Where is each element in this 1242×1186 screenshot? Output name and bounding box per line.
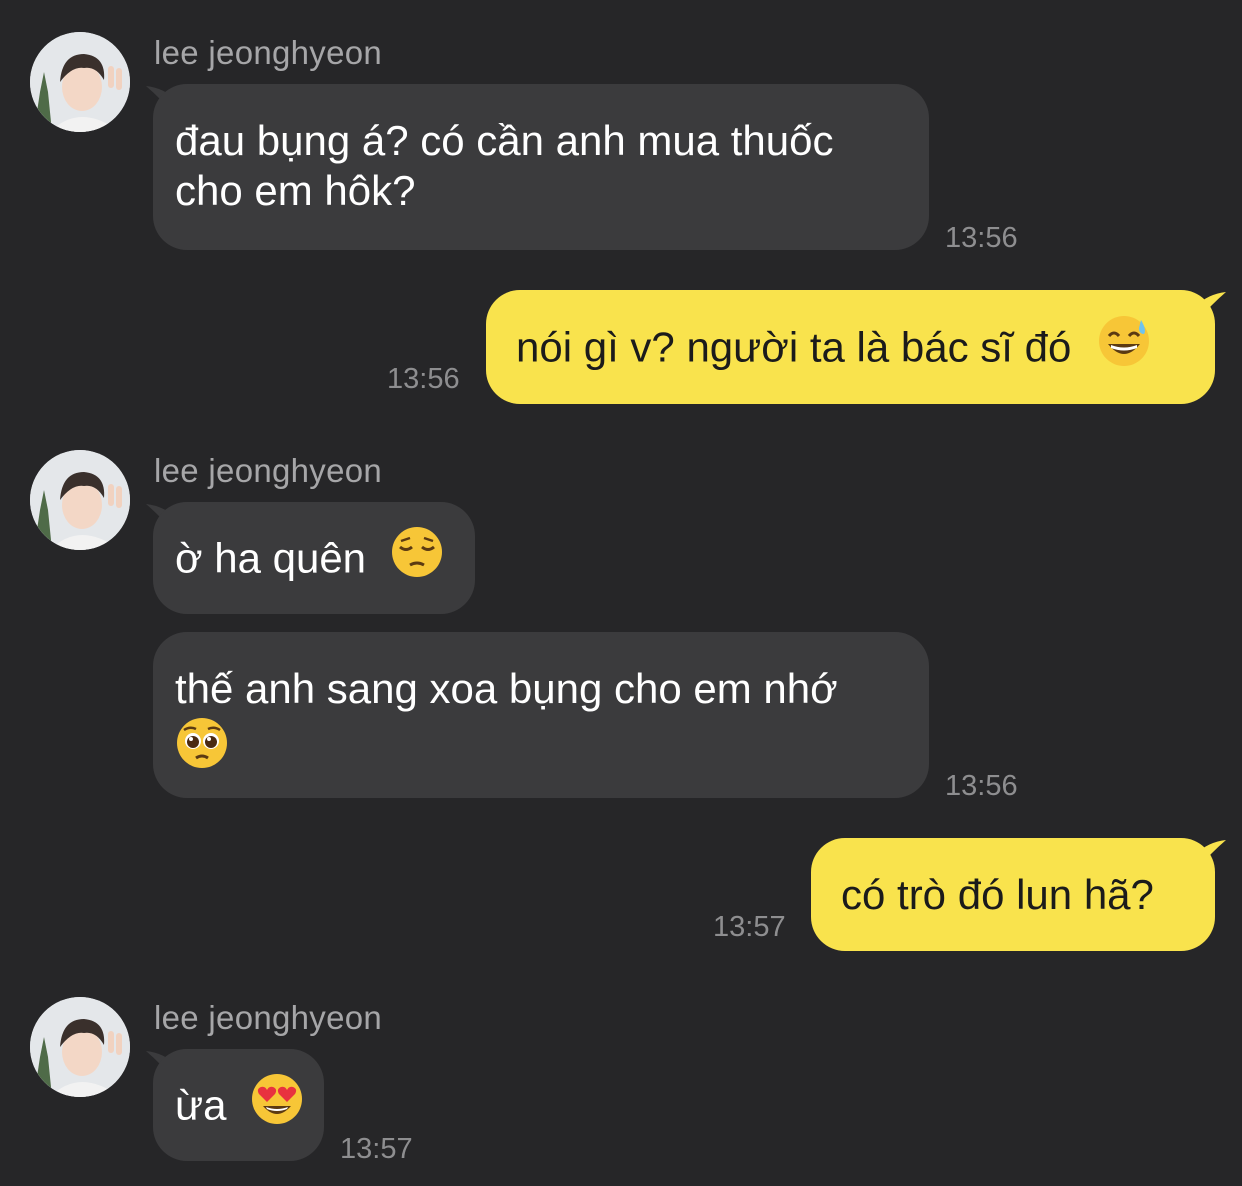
sender-name: lee jeonghyeon xyxy=(154,34,383,71)
grinning-sweat-emoji xyxy=(1097,314,1151,379)
message-bubble-incoming[interactable]: ờ ha quên xyxy=(153,502,475,614)
message-timestamp: 13:56 xyxy=(945,222,1018,254)
avatar[interactable] xyxy=(30,32,130,132)
message-text: thế anh sang xoa bụng cho em nhớ xyxy=(175,665,838,712)
sender-name: lee jeonghyeon xyxy=(154,452,383,489)
message-text: ờ ha quên xyxy=(175,534,367,582)
message-text: đau bụng á? có cần anh mua thuốc xyxy=(175,117,834,164)
profile-photo xyxy=(30,450,130,550)
pleading-face-emoji xyxy=(175,716,229,781)
sender-name: lee jeonghyeon xyxy=(154,999,383,1036)
message-timestamp: 13:57 xyxy=(713,911,786,943)
message-text: nói gì v? người ta là bác sĩ đó xyxy=(516,323,1072,371)
heart-eyes-emoji xyxy=(250,1072,304,1137)
message-timestamp: 13:56 xyxy=(945,770,1018,802)
message-bubble-incoming[interactable]: thế anh sang xoa bụng cho em nhớ xyxy=(153,632,929,798)
bubble-tail xyxy=(1196,840,1226,870)
message-bubble-incoming[interactable]: đau bụng á? có cần anh mua thuốc cho em … xyxy=(153,84,929,250)
message-text: cho em hôk? xyxy=(175,167,416,214)
avatar[interactable] xyxy=(30,450,130,550)
avatar[interactable] xyxy=(30,997,130,1097)
message-timestamp: 13:56 xyxy=(387,363,460,395)
message-timestamp: 13:57 xyxy=(340,1133,413,1165)
message-text: ừa xyxy=(175,1081,227,1129)
message-text: có trò đó lun hã? xyxy=(841,871,1154,918)
pensive-face-emoji xyxy=(390,525,444,590)
message-bubble-incoming[interactable]: ừa xyxy=(153,1049,324,1161)
message-bubble-outgoing[interactable]: có trò đó lun hã? xyxy=(811,838,1215,951)
profile-photo xyxy=(30,997,130,1097)
message-bubble-outgoing[interactable]: nói gì v? người ta là bác sĩ đó xyxy=(486,290,1215,404)
profile-photo xyxy=(30,32,130,132)
chat-screen: { "chat": { "contact_name": "lee jeonghy… xyxy=(0,0,1242,1186)
bubble-tail xyxy=(1196,292,1226,322)
